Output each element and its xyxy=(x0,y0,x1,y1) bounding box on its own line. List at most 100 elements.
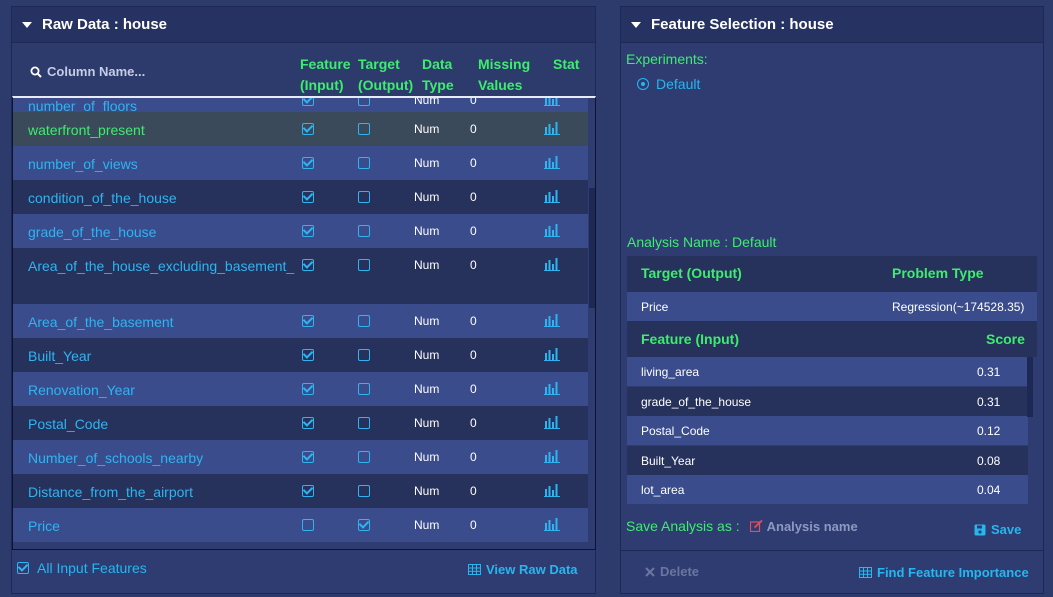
score-scrollbar[interactable] xyxy=(1027,357,1033,417)
table-scrollbar[interactable] xyxy=(589,188,595,308)
feature-input-checkbox[interactable] xyxy=(302,225,314,237)
table-row[interactable]: Area_of_the_basement Num 0 xyxy=(13,304,588,338)
column-name-link[interactable]: Distance_from_the_airport xyxy=(28,481,296,503)
column-name-link[interactable]: Postal_Code xyxy=(28,413,296,435)
table-icon xyxy=(468,564,481,575)
analysis-name-input[interactable]: Analysis name xyxy=(749,518,858,534)
feature-input-checkbox[interactable] xyxy=(302,259,314,271)
analysis-name-placeholder: Analysis name xyxy=(766,518,858,534)
target-output-checkbox[interactable] xyxy=(358,383,370,395)
feature-input-checkbox[interactable] xyxy=(302,519,314,531)
feature-input-checkbox[interactable] xyxy=(302,417,314,429)
table-row[interactable]: Renovation_Year Num 0 xyxy=(13,372,588,406)
feature-input-checkbox[interactable] xyxy=(302,451,314,463)
missing-values-count: 0 xyxy=(470,518,477,532)
feature-input-checkbox[interactable] xyxy=(302,485,314,497)
experiment-default-radio[interactable]: Default xyxy=(637,76,700,92)
column-name-link[interactable]: Area_of_the_basement xyxy=(28,311,296,333)
table-row[interactable]: Price Num 0 xyxy=(13,508,588,542)
bar-chart-icon[interactable] xyxy=(544,190,560,203)
bar-chart-icon[interactable] xyxy=(544,156,560,169)
bar-chart-icon[interactable] xyxy=(544,348,560,361)
bar-chart-icon[interactable] xyxy=(544,382,560,395)
view-raw-data-button[interactable]: View Raw Data xyxy=(468,562,578,577)
data-type-value: Num xyxy=(414,450,440,464)
search-input[interactable]: Column Name... xyxy=(47,64,145,79)
bar-chart-icon[interactable] xyxy=(544,314,560,327)
target-output-checkbox[interactable] xyxy=(358,98,370,106)
column-name-link[interactable]: number_of_views xyxy=(28,153,296,175)
bar-chart-icon[interactable] xyxy=(544,416,560,429)
missing-values-count: 0 xyxy=(470,314,477,328)
column-name-link[interactable]: waterfront_present xyxy=(28,119,296,141)
target-output-checkbox[interactable] xyxy=(358,225,370,237)
column-name-link[interactable]: Renovation_Year xyxy=(28,379,296,401)
column-name-link[interactable]: Price xyxy=(28,515,296,537)
bar-chart-icon[interactable] xyxy=(544,258,560,271)
delete-button[interactable]: Delete xyxy=(645,564,699,579)
missing-values-count: 0 xyxy=(470,224,477,238)
column-name-link[interactable]: Number_of_schools_nearby xyxy=(28,447,296,469)
table-row[interactable]: Postal_Code Num 0 xyxy=(13,406,588,440)
data-type-value: Num xyxy=(414,190,440,204)
problem-type-header: Problem Type xyxy=(892,265,984,281)
right-footer: Delete Find Feature Importance xyxy=(621,550,1043,593)
table-row[interactable]: number_of_views Num 0 xyxy=(13,146,588,180)
table-row[interactable]: Distance_from_the_airport Num 0 xyxy=(13,474,588,508)
raw-data-title: Raw Data : house xyxy=(42,16,168,33)
feature-input-checkbox[interactable] xyxy=(302,123,314,135)
feature-selection-header[interactable]: Feature Selection : house xyxy=(621,7,1043,43)
target-output-checkbox[interactable] xyxy=(358,123,370,135)
bar-chart-icon[interactable] xyxy=(544,484,560,497)
target-output-checkbox[interactable] xyxy=(358,349,370,361)
column-name-link[interactable]: grade_of_the_house xyxy=(28,221,296,243)
bar-chart-icon[interactable] xyxy=(544,518,560,531)
bar-chart-icon[interactable] xyxy=(544,122,560,135)
target-output-checkbox[interactable] xyxy=(358,191,370,203)
collapse-caret-icon[interactable] xyxy=(22,21,32,28)
table-row[interactable]: Number_of_schools_nearby Num 0 xyxy=(13,440,588,474)
header-missing-values: Missing Values xyxy=(478,56,531,93)
target-output-checkbox[interactable] xyxy=(358,519,370,531)
feature-input-checkbox[interactable] xyxy=(302,383,314,395)
target-output-checkbox[interactable] xyxy=(358,157,370,169)
raw-data-header[interactable]: Raw Data : house xyxy=(12,7,595,43)
missing-values-count: 0 xyxy=(470,416,477,430)
feature-input-checkbox[interactable] xyxy=(302,349,314,361)
feature-input-checkbox[interactable] xyxy=(302,191,314,203)
target-output-checkbox[interactable] xyxy=(358,315,370,327)
analysis-name-label: Analysis Name : Default xyxy=(627,234,777,250)
save-button[interactable]: Save xyxy=(974,522,1021,537)
column-name-link[interactable]: condition_of_the_house xyxy=(28,187,296,209)
feature-input-checkbox[interactable] xyxy=(302,98,314,106)
find-feature-importance-button[interactable]: Find Feature Importance xyxy=(859,565,1029,580)
bar-chart-icon[interactable] xyxy=(544,450,560,463)
table-row[interactable]: grade_of_the_house Num 0 xyxy=(13,214,588,248)
feature-input-checkbox[interactable] xyxy=(302,157,314,169)
table-row[interactable]: Built_Year Num 0 xyxy=(13,338,588,372)
target-row: Price Regression(~174528.35) xyxy=(627,292,1037,321)
radio-selected-icon[interactable] xyxy=(637,78,649,90)
target-output-checkbox[interactable] xyxy=(358,417,370,429)
target-output-checkbox[interactable] xyxy=(358,485,370,497)
table-row[interactable]: condition_of_the_house Num 0 xyxy=(13,180,588,214)
collapse-caret-icon[interactable] xyxy=(631,21,641,28)
data-type-value: Num xyxy=(414,96,440,107)
column-name-link[interactable]: Built_Year xyxy=(28,345,296,367)
target-output-checkbox[interactable] xyxy=(358,259,370,271)
data-type-value: Num xyxy=(414,258,440,272)
column-name-link[interactable]: Area_of_the_house_excluding_basement_ xyxy=(28,255,296,277)
target-output-checkbox[interactable] xyxy=(358,451,370,463)
close-icon xyxy=(645,566,655,577)
column-search[interactable]: Column Name... xyxy=(30,64,145,79)
missing-values-count: 0 xyxy=(470,156,477,170)
table-row[interactable]: Area_of_the_house_excluding_basement_ Num… xyxy=(13,248,588,304)
score-value: 0.31 xyxy=(977,394,1001,409)
bar-chart-icon[interactable] xyxy=(544,96,560,106)
feature-input-checkbox[interactable] xyxy=(302,315,314,327)
all-input-features-checkbox[interactable] xyxy=(17,562,29,574)
bar-chart-icon[interactable] xyxy=(544,224,560,237)
table-row[interactable]: waterfront_present Num 0 xyxy=(13,112,588,146)
table-row[interactable]: number_of_floors Num 0 xyxy=(13,96,588,114)
all-input-features-toggle[interactable]: All Input Features xyxy=(17,560,147,576)
